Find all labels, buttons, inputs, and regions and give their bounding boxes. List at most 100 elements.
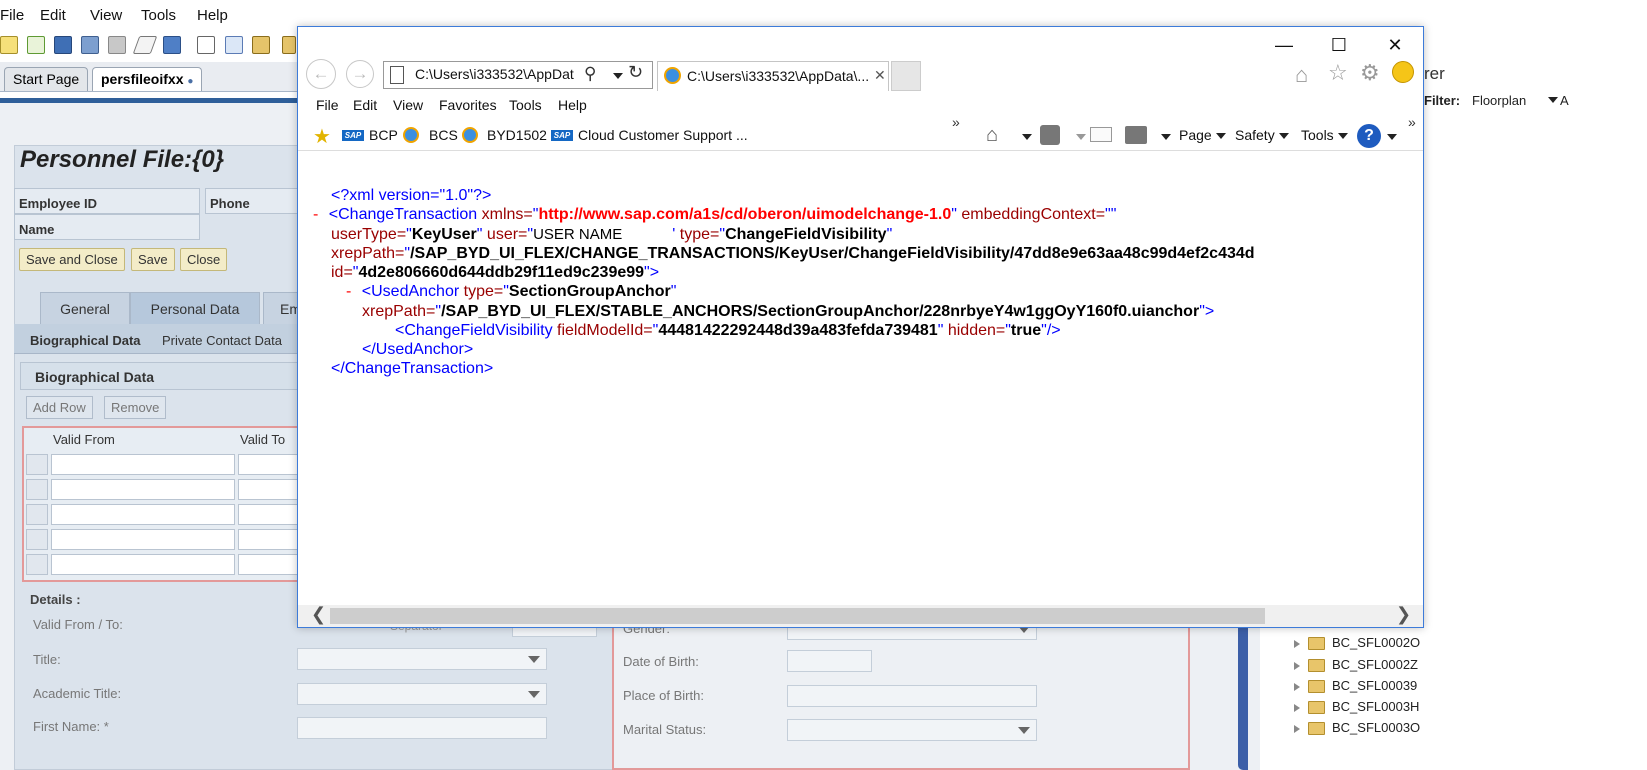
tree-item[interactable]: BC_SFL0002Z	[1294, 657, 1418, 677]
favorite-byd1502[interactable]: BYD1502	[487, 127, 547, 143]
print-icon[interactable]	[1125, 126, 1147, 144]
xmlns-link[interactable]: http://www.sap.com/a1s/cd/oberon/uimodel…	[538, 206, 951, 223]
menu-view[interactable]: View	[90, 7, 122, 24]
valid-to-cell[interactable]	[238, 504, 300, 525]
tab-persfile[interactable]: persfileoifxx ●	[92, 67, 203, 91]
tree-item[interactable]: BC_SFL00039	[1294, 678, 1417, 698]
favorite-bcs[interactable]: BCS	[429, 127, 458, 143]
date-of-birth-field[interactable]	[787, 650, 872, 672]
properties-icon[interactable]	[163, 36, 181, 54]
safety-menu[interactable]: Safety	[1235, 127, 1289, 143]
row-selector[interactable]	[26, 504, 48, 525]
tab-close-icon[interactable]: ✕	[874, 67, 886, 84]
ie-menu-edit[interactable]: Edit	[353, 97, 377, 113]
commands-chevron-icon[interactable]: »	[1408, 114, 1416, 130]
favorites-star-icon[interactable]: ☆	[1328, 60, 1348, 86]
menu-file[interactable]: File	[0, 7, 24, 24]
menu-help[interactable]: Help	[197, 7, 228, 24]
help-icon[interactable]: ?	[1357, 124, 1381, 148]
tab-personal-data[interactable]: Personal Data	[130, 292, 260, 324]
collapse-toggle[interactable]: -	[313, 206, 318, 223]
home-icon[interactable]: ⌂	[1295, 62, 1308, 88]
favorites-chevron-icon[interactable]: »	[952, 114, 960, 130]
expand-icon[interactable]	[1294, 703, 1300, 712]
back-icon[interactable]: ←	[306, 59, 336, 89]
valid-to-cell[interactable]	[238, 529, 300, 550]
place-of-birth-field[interactable]	[787, 685, 1037, 707]
copy-icon[interactable]	[225, 36, 243, 54]
tree-item[interactable]: BC_SFL0003H	[1294, 699, 1419, 719]
new-icon[interactable]	[0, 36, 18, 54]
cut-icon[interactable]	[197, 36, 215, 54]
scrollbar-thumb[interactable]	[330, 608, 1265, 624]
minimize-icon[interactable]: —	[1271, 32, 1297, 58]
save-icon[interactable]	[54, 36, 72, 54]
ie-menu-file[interactable]: File	[316, 97, 339, 113]
favorites-center-icon[interactable]: ★	[313, 124, 331, 149]
ie-menu-help[interactable]: Help	[558, 97, 587, 113]
menu-tools[interactable]: Tools	[141, 7, 176, 24]
ie-menu-favorites[interactable]: Favorites	[439, 97, 497, 113]
copy-doc-icon[interactable]	[108, 36, 126, 54]
scroll-right-icon[interactable]: ❯	[1396, 604, 1411, 625]
gear-icon[interactable]: ⚙	[1360, 60, 1380, 86]
filter-dropdown[interactable]: Floorplan A	[1472, 93, 1569, 108]
add-icon[interactable]	[27, 36, 45, 54]
misc-icon[interactable]	[282, 36, 296, 54]
forward-icon[interactable]: →	[346, 60, 374, 88]
add-row-button[interactable]: Add Row	[26, 396, 93, 419]
page-menu[interactable]: Page	[1179, 127, 1226, 143]
dropdown-icon[interactable]	[1022, 134, 1032, 140]
expand-icon[interactable]	[1294, 724, 1300, 733]
maximize-icon[interactable]: ☐	[1326, 32, 1352, 58]
tools-menu[interactable]: Tools	[1301, 127, 1348, 143]
save-button[interactable]: Save	[131, 248, 175, 271]
mail-icon[interactable]	[1090, 127, 1112, 142]
academic-title-dropdown[interactable]	[297, 683, 547, 705]
scroll-left-icon[interactable]: ❮	[311, 604, 326, 625]
tree-item[interactable]: BC_SFL0003O	[1294, 720, 1420, 740]
expand-icon[interactable]	[1294, 682, 1300, 691]
remove-button[interactable]: Remove	[104, 396, 167, 419]
paste-icon[interactable]	[252, 36, 270, 54]
address-input[interactable]: C:\Users\i333532\AppDat	[415, 66, 580, 82]
first-name-field[interactable]	[297, 717, 547, 739]
valid-from-cell[interactable]	[51, 554, 235, 575]
dropdown-icon[interactable]	[613, 73, 623, 79]
row-selector[interactable]	[26, 479, 48, 500]
refresh-icon[interactable]: ↻	[628, 62, 643, 83]
dropdown-icon[interactable]	[1076, 134, 1086, 140]
subtab-private-contact[interactable]: Private Contact Data	[162, 333, 282, 348]
new-tab-button[interactable]	[891, 61, 921, 91]
ie-menu-tools[interactable]: Tools	[509, 97, 542, 113]
marital-status-dropdown[interactable]	[787, 719, 1037, 741]
save-all-icon[interactable]	[81, 36, 99, 54]
valid-from-cell[interactable]	[51, 504, 235, 525]
valid-to-cell[interactable]	[238, 479, 300, 500]
close-icon[interactable]: ✕	[1382, 32, 1408, 58]
menu-edit[interactable]: Edit	[40, 7, 66, 24]
home-icon[interactable]: ⌂	[986, 124, 998, 147]
valid-from-cell[interactable]	[51, 479, 235, 500]
collapse-toggle[interactable]: -	[346, 283, 351, 300]
valid-to-cell[interactable]	[238, 554, 300, 575]
search-icon[interactable]: ⚲	[584, 64, 596, 84]
subtab-biographical[interactable]: Biographical Data	[30, 333, 141, 348]
close-button[interactable]: Close	[180, 248, 228, 271]
feeds-icon[interactable]	[1040, 125, 1060, 145]
dropdown-icon[interactable]	[1387, 134, 1397, 140]
expand-icon[interactable]	[1294, 661, 1300, 670]
dropdown-icon[interactable]	[1161, 134, 1171, 140]
expand-icon[interactable]	[1294, 639, 1300, 648]
title-dropdown[interactable]	[297, 648, 547, 670]
row-selector[interactable]	[26, 554, 48, 575]
tree-item[interactable]: BC_SFL0002O	[1294, 635, 1420, 655]
row-selector[interactable]	[26, 529, 48, 550]
tab-start-page[interactable]: Start Page	[4, 67, 89, 91]
favorite-bcp[interactable]: BCP	[369, 127, 398, 143]
valid-from-cell[interactable]	[51, 454, 235, 475]
valid-to-cell[interactable]	[238, 454, 300, 475]
ie-menu-view[interactable]: View	[393, 97, 423, 113]
save-and-close-button[interactable]: Save and Close	[19, 248, 125, 271]
valid-from-cell[interactable]	[51, 529, 235, 550]
